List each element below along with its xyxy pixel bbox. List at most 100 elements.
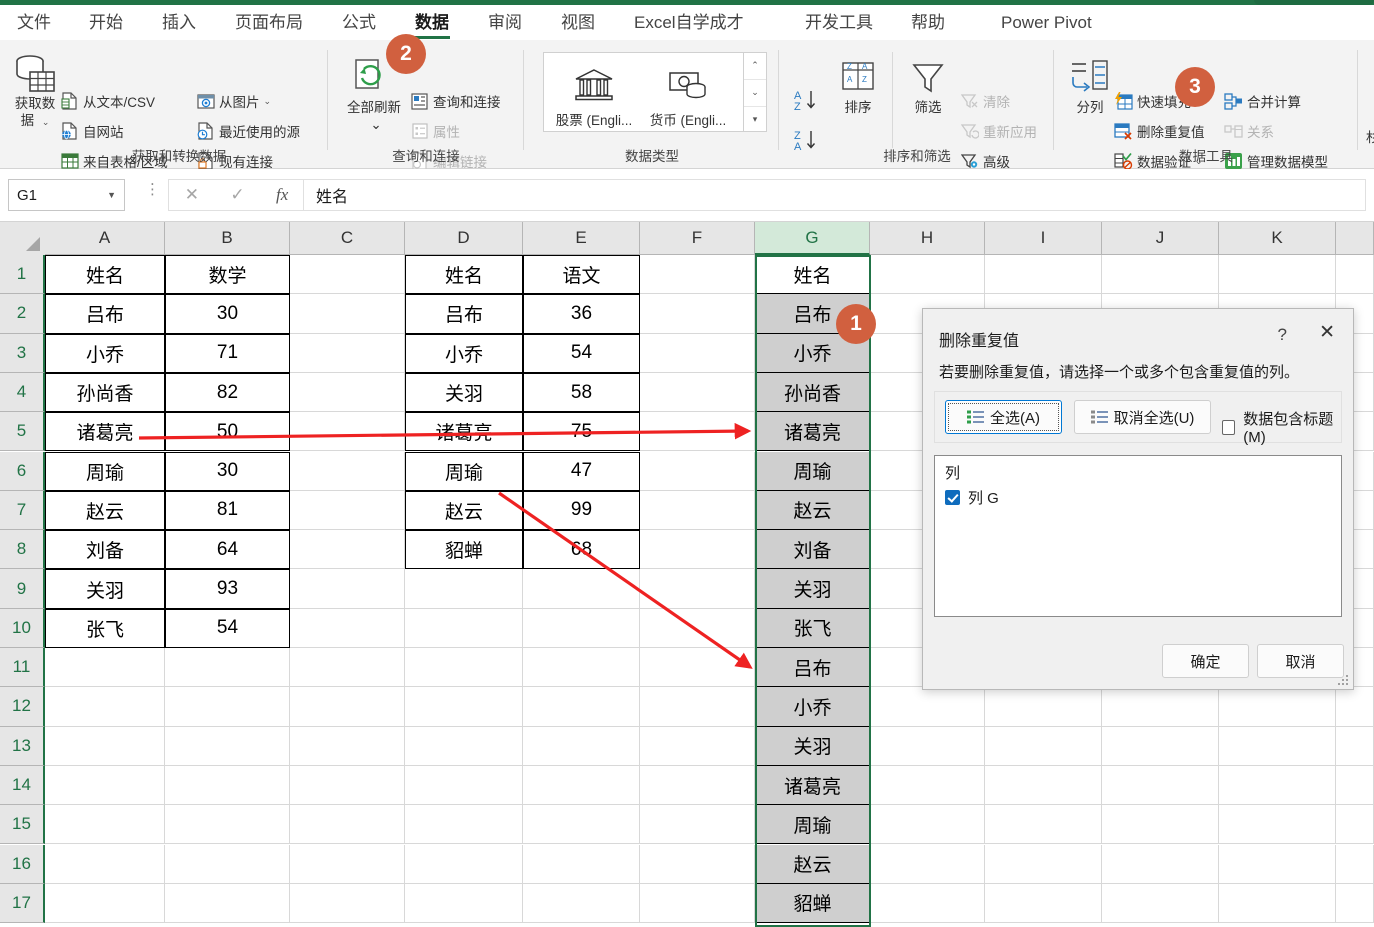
grid-cell[interactable] bbox=[290, 569, 405, 609]
grid-cell[interactable] bbox=[165, 883, 290, 924]
column-g-checkbox[interactable] bbox=[945, 490, 960, 505]
tab-power-pivot[interactable]: Power Pivot bbox=[990, 5, 1103, 40]
cell-E5[interactable]: 75 bbox=[523, 412, 640, 452]
grid-cell[interactable] bbox=[985, 255, 1102, 295]
insert-function-icon[interactable]: fx bbox=[276, 185, 288, 205]
cell-D5[interactable]: 诸葛亮 bbox=[405, 412, 523, 452]
cell-E7[interactable]: 99 bbox=[523, 490, 640, 531]
unselect-all-button[interactable]: 取消全选(U) bbox=[1074, 400, 1211, 434]
grid-cell[interactable] bbox=[45, 648, 165, 688]
grid-cell[interactable] bbox=[405, 608, 523, 648]
filter-button[interactable]: 筛选 bbox=[900, 54, 956, 115]
tab-home[interactable]: 开始 bbox=[78, 5, 134, 40]
cell-E6[interactable]: 47 bbox=[523, 451, 640, 491]
cell-B5[interactable]: 50 bbox=[165, 412, 290, 452]
grid-cell[interactable] bbox=[523, 765, 640, 806]
formula-input[interactable]: 姓名 bbox=[303, 179, 1366, 211]
from-web-button[interactable]: 自网站 bbox=[60, 118, 124, 144]
grid-cell[interactable] bbox=[290, 333, 405, 373]
grid-cell[interactable] bbox=[290, 726, 405, 766]
grid-cell[interactable] bbox=[523, 883, 640, 924]
grid-cell[interactable] bbox=[165, 765, 290, 806]
dialog-close-icon[interactable]: ✕ bbox=[1319, 323, 1335, 343]
cell-A8[interactable]: 刘备 bbox=[45, 530, 165, 570]
row-header-9[interactable]: 9 bbox=[0, 569, 45, 609]
grid-cell[interactable] bbox=[523, 648, 640, 688]
col-header-k[interactable]: K bbox=[1219, 222, 1336, 255]
grid-cell[interactable] bbox=[985, 883, 1102, 924]
tab-formulas[interactable]: 公式 bbox=[331, 5, 387, 40]
grid-cell[interactable] bbox=[1102, 805, 1219, 845]
grid-cell[interactable] bbox=[870, 883, 985, 924]
grid-cell[interactable] bbox=[290, 255, 405, 295]
row-header-4[interactable]: 4 bbox=[0, 372, 45, 413]
grid-cell[interactable] bbox=[1336, 765, 1374, 806]
remove-duplicates-button[interactable]: 删除重复值 bbox=[1114, 118, 1205, 144]
cell-A7[interactable]: 赵云 bbox=[45, 490, 165, 531]
grid-cell[interactable] bbox=[405, 569, 523, 609]
row-header-11[interactable]: 11 bbox=[0, 648, 45, 688]
grid-cell[interactable] bbox=[290, 687, 405, 727]
cell-B8[interactable]: 64 bbox=[165, 530, 290, 570]
col-header-a[interactable]: A bbox=[45, 222, 165, 255]
cell-G5[interactable]: 诸葛亮 bbox=[755, 412, 870, 452]
grid-cell[interactable] bbox=[1102, 726, 1219, 766]
cell-D4[interactable]: 关羽 bbox=[405, 372, 523, 413]
grid-cell[interactable] bbox=[985, 687, 1102, 727]
grid-cell[interactable] bbox=[1219, 765, 1336, 806]
ok-button[interactable]: 确定 bbox=[1162, 644, 1249, 678]
has-headers-checkbox-row[interactable]: 数据包含标题(M) bbox=[1222, 408, 1341, 446]
grid-cell[interactable] bbox=[1219, 805, 1336, 845]
grid-cell[interactable] bbox=[1219, 844, 1336, 884]
tab-excel-self-study[interactable]: Excel自学成才 bbox=[623, 5, 755, 40]
grid-cell[interactable] bbox=[523, 844, 640, 884]
grid-cell[interactable] bbox=[640, 412, 755, 452]
col-header-f[interactable]: F bbox=[640, 222, 755, 255]
cell-B7[interactable]: 81 bbox=[165, 490, 290, 531]
data-type-stocks[interactable]: 股票 (Engli... bbox=[548, 61, 640, 129]
cell-D1[interactable]: 姓名 bbox=[405, 255, 523, 295]
cell-G15[interactable]: 周瑜 bbox=[755, 805, 870, 845]
cell-A1[interactable]: 姓名 bbox=[45, 255, 165, 295]
select-all-corner[interactable] bbox=[0, 222, 46, 256]
cell-A9[interactable]: 关羽 bbox=[45, 569, 165, 609]
grid-cell[interactable] bbox=[985, 726, 1102, 766]
col-header-g[interactable]: G bbox=[755, 222, 870, 255]
grid-cell[interactable] bbox=[290, 451, 405, 491]
grid-cell[interactable] bbox=[1102, 844, 1219, 884]
cell-G10[interactable]: 张飞 bbox=[755, 608, 870, 648]
dialog-help-icon[interactable]: ? bbox=[1278, 325, 1287, 345]
cell-D2[interactable]: 吕布 bbox=[405, 294, 523, 334]
col-header-j[interactable]: J bbox=[1102, 222, 1219, 255]
cell-E2[interactable]: 36 bbox=[523, 294, 640, 334]
grid-cell[interactable] bbox=[870, 844, 985, 884]
grid-cell[interactable] bbox=[870, 726, 985, 766]
cell-B4[interactable]: 82 bbox=[165, 372, 290, 413]
grid-cell[interactable] bbox=[985, 765, 1102, 806]
grid-cell[interactable] bbox=[870, 765, 985, 806]
cell-G14[interactable]: 诸葛亮 bbox=[755, 765, 870, 806]
grid-cell[interactable] bbox=[640, 765, 755, 806]
grid-cell[interactable] bbox=[290, 372, 405, 413]
cell-E3[interactable]: 54 bbox=[523, 333, 640, 373]
grid-cell[interactable] bbox=[523, 805, 640, 845]
from-text-csv-button[interactable]: 从文本/CSV bbox=[60, 88, 155, 114]
grid-cell[interactable] bbox=[405, 844, 523, 884]
cell-A5[interactable]: 诸葛亮 bbox=[45, 412, 165, 452]
gallery-scroll-down-icon[interactable]: ⌄ bbox=[744, 80, 766, 107]
cell-E8[interactable]: 68 bbox=[523, 530, 640, 570]
cell-G1[interactable]: 姓名 bbox=[755, 255, 870, 295]
col-header-h[interactable]: H bbox=[870, 222, 985, 255]
queries-connections-button[interactable]: 查询和连接 bbox=[410, 88, 501, 114]
grid-cell[interactable] bbox=[290, 490, 405, 531]
cell-D3[interactable]: 小乔 bbox=[405, 333, 523, 373]
grid-cell[interactable] bbox=[640, 648, 755, 688]
col-header-b[interactable]: B bbox=[165, 222, 290, 255]
row-header-12[interactable]: 12 bbox=[0, 687, 45, 727]
grid-cell[interactable] bbox=[45, 844, 165, 884]
row-header-3[interactable]: 3 bbox=[0, 333, 45, 373]
get-data-button[interactable]: 获取数 据 ⌄ bbox=[6, 50, 64, 130]
grid-cell[interactable] bbox=[1219, 255, 1336, 295]
grid-cell[interactable] bbox=[290, 844, 405, 884]
grid-cell[interactable] bbox=[640, 805, 755, 845]
